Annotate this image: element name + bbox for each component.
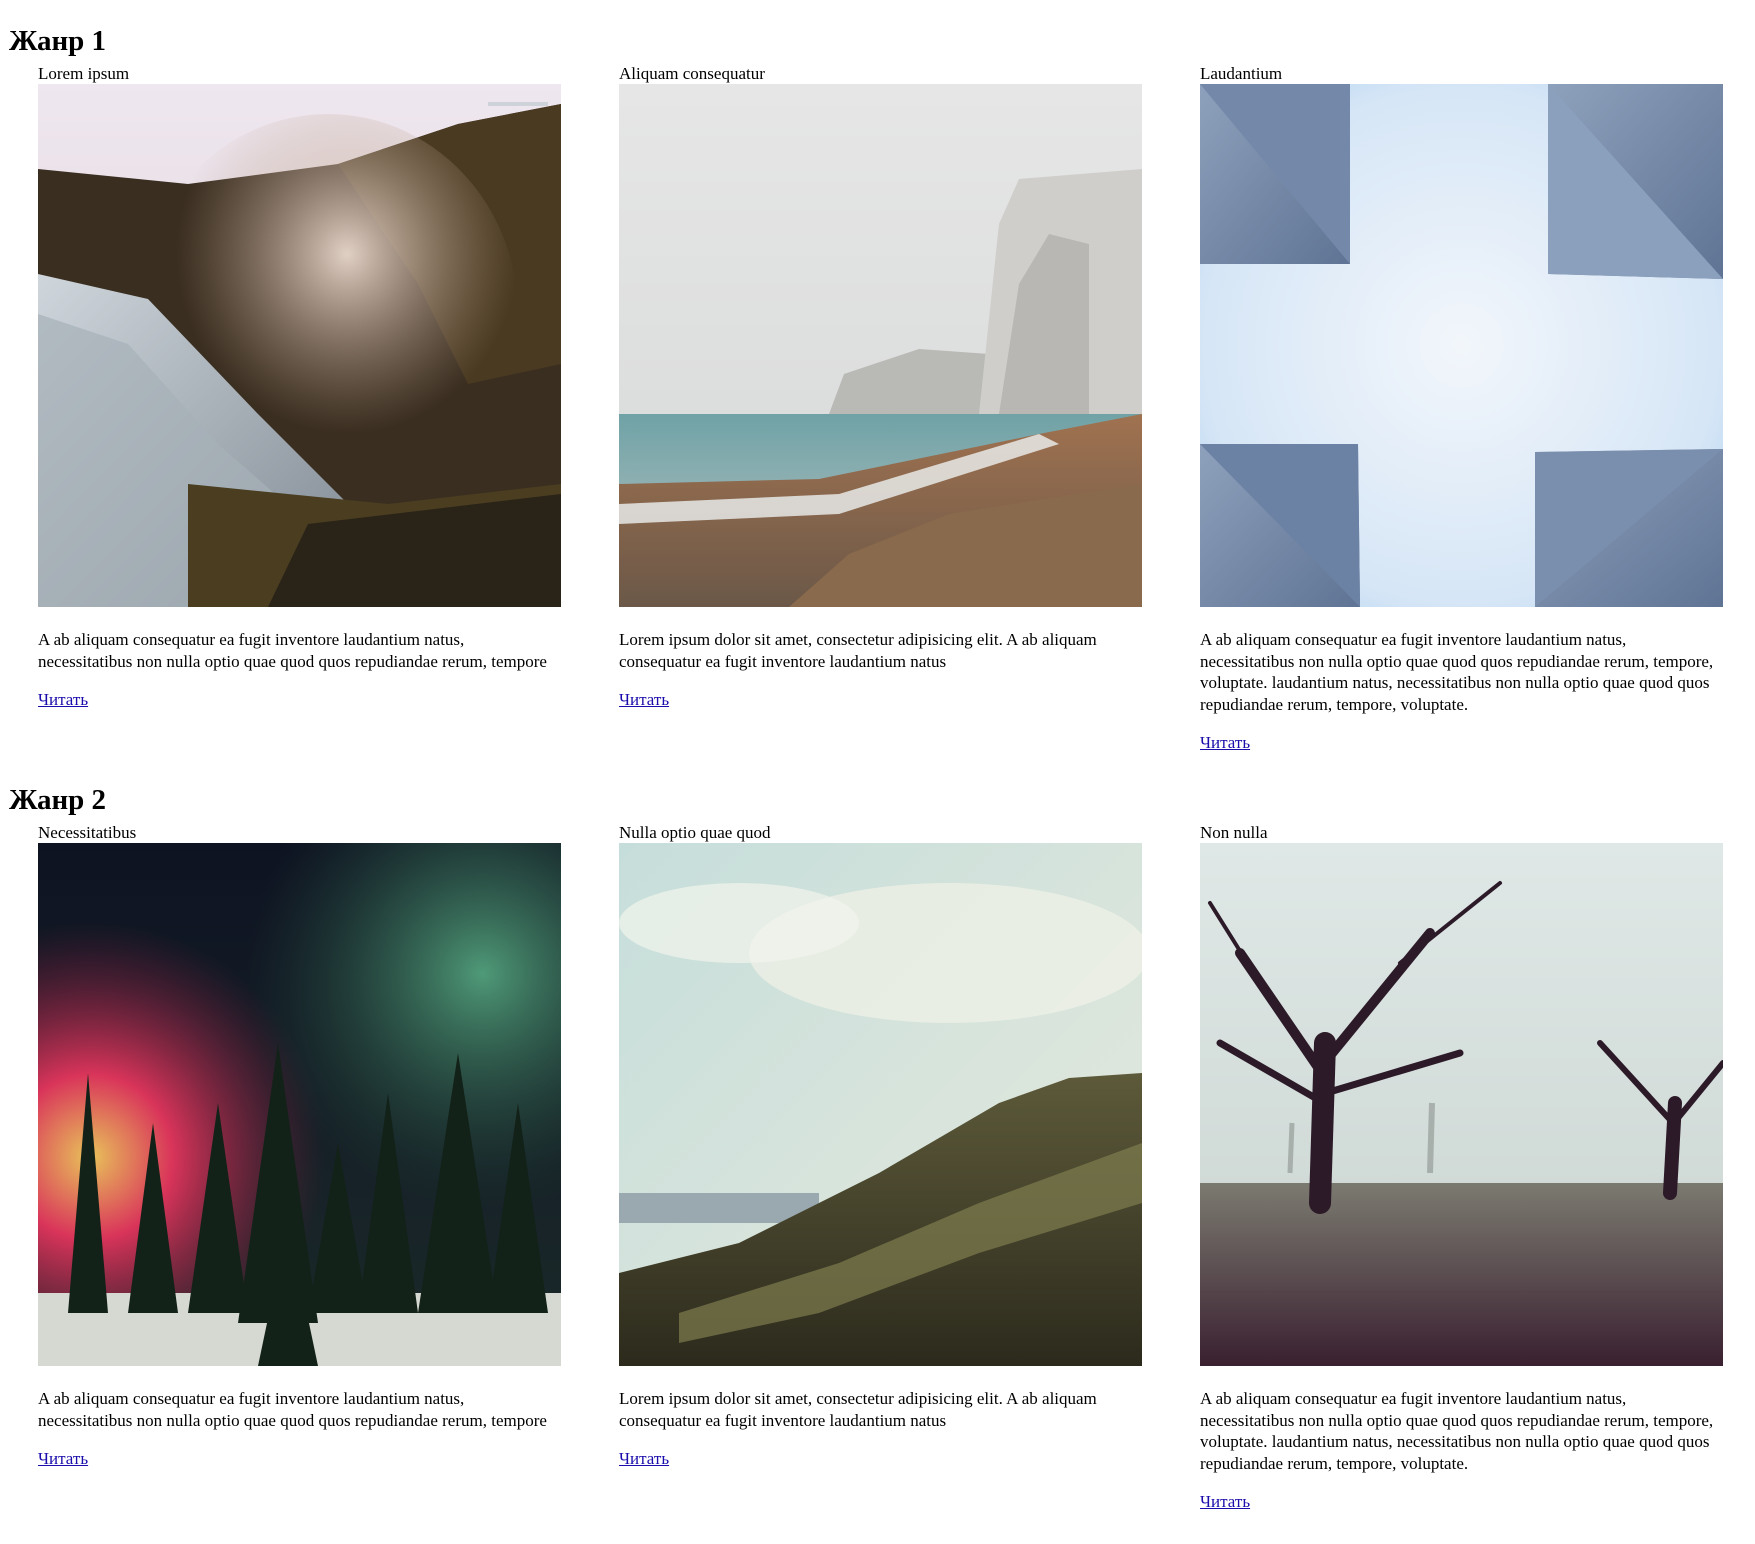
read-link[interactable]: Читать (38, 1449, 88, 1469)
read-link[interactable]: Читать (619, 1449, 669, 1469)
green-hill-sky-photo (619, 843, 1142, 1366)
concrete-pillars-sky-photo (1200, 84, 1723, 607)
read-link[interactable]: Читать (1200, 1492, 1250, 1512)
genre-section-1: Жанр 1 Lorem ipsum A ab aliquam consequa… (9, 0, 1755, 753)
card-title: Non nulla (1200, 823, 1268, 842)
article-card: Necessitatibus A ab aliquam consequatur … (38, 823, 561, 1512)
article-card: Non nulla A ab aliquam consequatur ea fu… (1200, 823, 1723, 1512)
page: Жанр 1 Lorem ipsum A ab aliquam consequa… (0, 0, 1755, 1512)
card-title: Laudantium (1200, 64, 1283, 83)
card-grid: Necessitatibus A ab aliquam consequatur … (9, 823, 1755, 1512)
article-card: Aliquam consequatur Lorem ipsum dolor si… (619, 64, 1142, 753)
card-title: Lorem ipsum (38, 64, 130, 83)
card-description: Lorem ipsum dolor sit amet, consectetur … (619, 1389, 1097, 1430)
card-title: Aliquam consequatur (619, 64, 765, 83)
card-title: Nulla optio quae quod (619, 823, 771, 842)
card-description: Lorem ipsum dolor sit amet, consectetur … (619, 630, 1097, 671)
article-card: Nulla optio quae quod Lorem ipsum dolor … (619, 823, 1142, 1512)
foggy-cliff-beach-photo (619, 84, 1142, 607)
misty-trees-park-photo (1200, 843, 1723, 1366)
card-grid: Lorem ipsum A ab aliquam consequatur ea … (9, 64, 1755, 753)
waterfall-canyon-photo (38, 84, 561, 607)
genre-section-2: Жанр 2 Necessitatibus A ab aliquam conse… (9, 753, 1755, 1512)
read-link[interactable]: Читать (1200, 733, 1250, 753)
read-link[interactable]: Читать (619, 690, 669, 710)
card-description: A ab aliquam consequatur ea fugit invent… (1200, 630, 1714, 714)
read-link[interactable]: Читать (38, 690, 88, 710)
article-card: Laudantium A ab aliquam consequatur ea f… (1200, 64, 1723, 753)
aurora-forest-photo (38, 843, 561, 1366)
card-title: Necessitatibus (38, 823, 137, 842)
card-description: A ab aliquam consequatur ea fugit invent… (1200, 1389, 1714, 1473)
card-description: A ab aliquam consequatur ea fugit invent… (38, 630, 547, 671)
card-description: A ab aliquam consequatur ea fugit invent… (38, 1389, 547, 1430)
genre-title: Жанр 2 (9, 784, 107, 816)
article-card: Lorem ipsum A ab aliquam consequatur ea … (38, 64, 561, 753)
genre-title: Жанр 1 (9, 25, 107, 57)
